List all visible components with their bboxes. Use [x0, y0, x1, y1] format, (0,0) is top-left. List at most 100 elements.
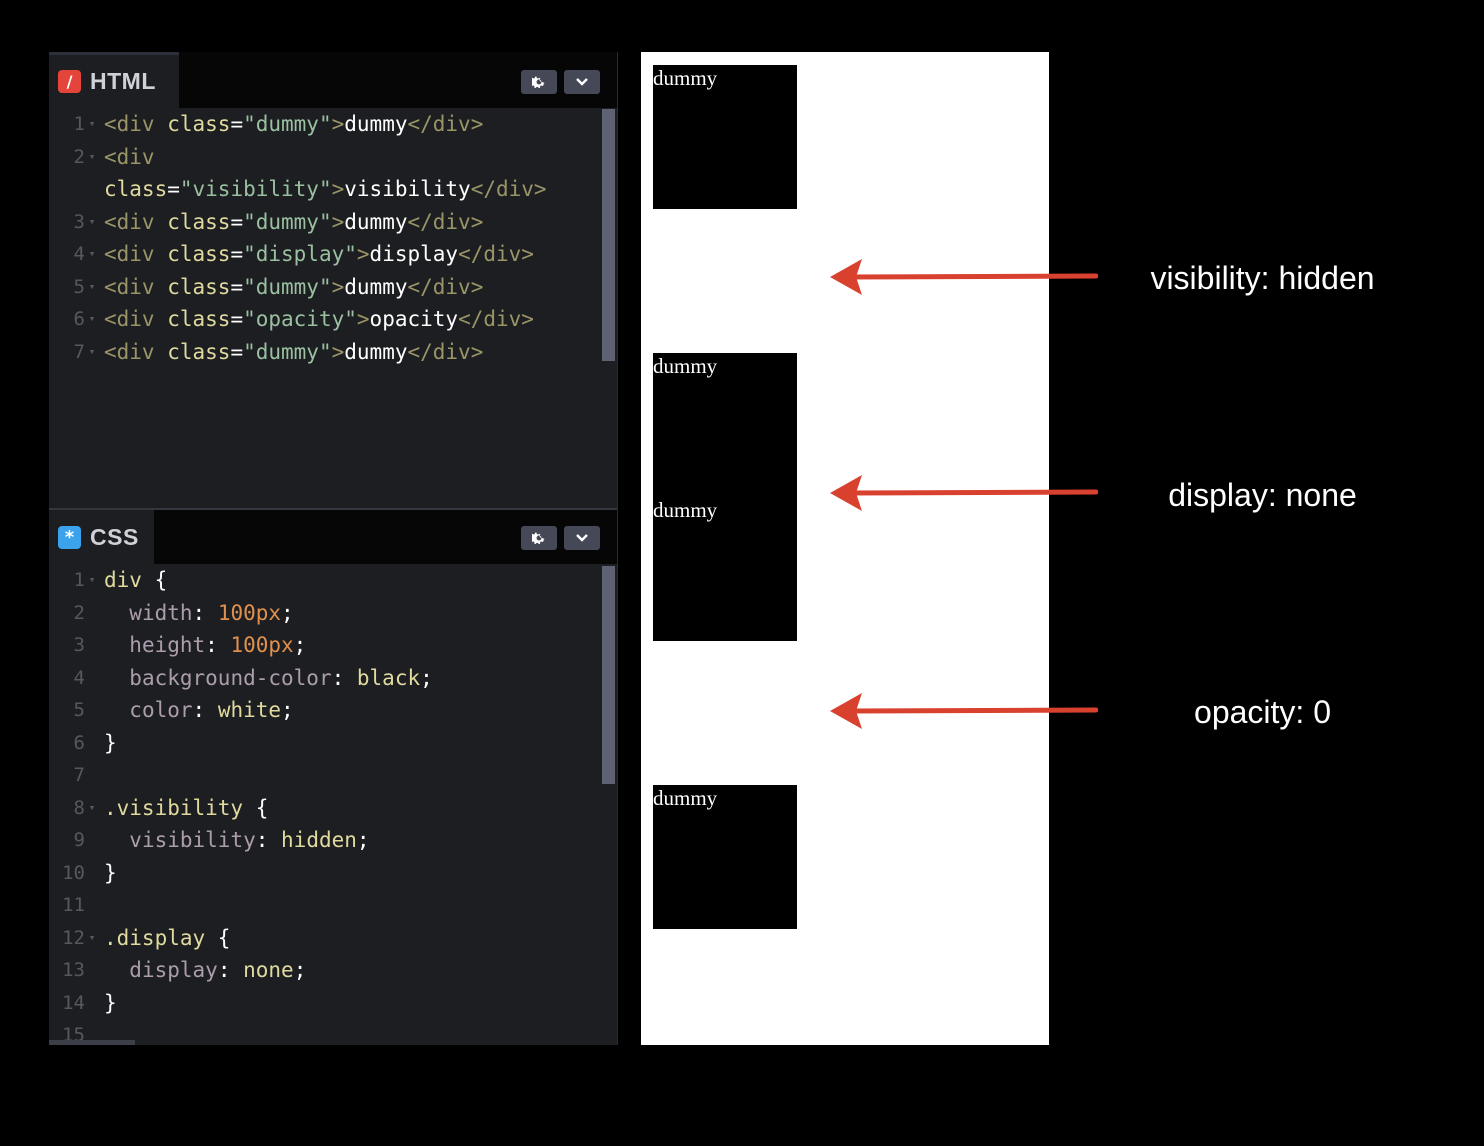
line-number: 3 — [73, 210, 85, 233]
code-token: visibility — [129, 828, 256, 852]
code-token: color — [129, 698, 193, 722]
column-divider[interactable] — [617, 52, 641, 1045]
line-number: 2 — [73, 601, 85, 624]
code-line[interactable]: 5 color: white; — [49, 694, 601, 727]
code-line[interactable]: 13 display: none; — [49, 954, 601, 987]
annotation-arrow-visibility — [830, 259, 1098, 295]
code-token: = — [230, 274, 244, 299]
fold-toggle-icon[interactable]: ▾ — [85, 792, 99, 825]
dummy-box: dummy — [653, 497, 797, 641]
html-tab[interactable]: / HTML — [49, 52, 179, 108]
code-line[interactable]: 1 ▾ div { — [49, 564, 601, 597]
code-line[interactable]: 3 height: 100px; — [49, 629, 601, 662]
code-token: <div — [104, 339, 168, 364]
code-token: class — [167, 339, 231, 364]
line-number: 6 — [73, 308, 85, 330]
code-token: dummy — [344, 274, 408, 299]
code-line[interactable]: 11 — [49, 889, 601, 922]
css-tab-label: CSS — [90, 523, 139, 550]
code-token: : — [331, 665, 357, 690]
css-scrollbar[interactable] — [602, 566, 615, 784]
html-settings-button[interactable] — [521, 70, 557, 94]
code-token: = — [230, 339, 244, 364]
code-token: visibility — [344, 177, 471, 201]
annotation-arrow-opacity — [830, 693, 1098, 729]
code-token: "dummy" — [243, 112, 332, 136]
css-code-area[interactable]: 1 ▾ div {2 width: 100px; 3 height: 100px; 4 … — [49, 564, 601, 1045]
html-scrollbar[interactable] — [602, 109, 615, 361]
code-text: display: none; — [104, 954, 306, 987]
fold-toggle-icon[interactable]: ▾ — [85, 271, 99, 304]
fold-toggle-icon[interactable]: ▾ — [85, 141, 99, 174]
code-text: <div class="dummy">dummy</div> — [104, 206, 483, 239]
code-line[interactable]: 8 ▾ .visibility { — [49, 792, 601, 825]
code-line[interactable]: 3 ▾ <div class="dummy">dummy</div> — [49, 206, 601, 239]
code-line[interactable]: 2 ▾ <div — [49, 141, 601, 174]
code-token: </div> — [407, 209, 484, 234]
annotation-opacity: opacity: 0 — [1194, 694, 1331, 730]
code-token: .visibility — [104, 795, 244, 820]
html-code-area[interactable]: 1 ▾ <div class="dummy">dummy</div> 2 ▾ <div cl… — [49, 108, 601, 368]
css-editor-pane: * CSS 1 ▾ div {2 width: 100px; 3 height: 10… — [49, 508, 617, 1045]
code-text: width: 100px; — [104, 597, 293, 630]
chevron-down-icon — [576, 534, 588, 542]
fold-toggle-icon[interactable]: ▾ — [85, 303, 99, 336]
code-line[interactable]: 5 ▾ <div class="dummy">dummy</div> — [49, 271, 601, 304]
line-number: 6 — [73, 731, 85, 754]
code-line[interactable]: 4 ▾ <div class="display">display</div> — [49, 238, 601, 271]
fold-toggle-icon[interactable]: ▾ — [85, 238, 99, 271]
code-token: > — [331, 112, 345, 136]
code-token: "dummy" — [243, 209, 332, 234]
css-collapse-button[interactable] — [564, 526, 600, 550]
code-line[interactable]: class="visibility">visibility</div> — [49, 173, 601, 206]
code-token: ; — [356, 828, 370, 852]
code-token: width — [129, 600, 193, 625]
code-token: > — [331, 339, 345, 364]
code-line[interactable]: 1 ▾ <div class="dummy">dummy</div> — [49, 108, 601, 141]
css-tab[interactable]: * CSS — [49, 510, 154, 564]
gear-icon — [532, 532, 545, 545]
fold-toggle-icon[interactable]: ▾ — [85, 564, 99, 597]
code-line[interactable]: 9 visibility: hidden; — [49, 824, 601, 857]
html-collapse-button[interactable] — [564, 70, 600, 94]
code-token: { — [141, 568, 168, 592]
code-token: white — [217, 698, 282, 722]
code-token: class — [167, 307, 231, 331]
code-text: color: white; — [104, 694, 293, 727]
code-token: "dummy" — [243, 339, 332, 364]
code-token: </div> — [407, 112, 484, 136]
code-line[interactable]: 10} — [49, 857, 601, 890]
code-token: dummy — [344, 339, 408, 364]
code-line[interactable]: 7 ▾ <div class="dummy">dummy</div> — [49, 336, 601, 369]
dummy-box: dummy — [653, 65, 797, 209]
fold-toggle-icon[interactable]: ▾ — [85, 206, 99, 239]
code-line[interactable]: 12 ▾ .display { — [49, 922, 601, 955]
fold-toggle-icon[interactable]: ▾ — [85, 108, 99, 141]
code-token: </div> — [458, 307, 534, 331]
line-number: 4 — [73, 666, 85, 689]
line-number: 1 — [73, 569, 85, 591]
code-line[interactable]: 6} — [49, 727, 601, 760]
fold-toggle-icon[interactable]: ▾ — [85, 336, 99, 369]
line-number: 10 — [62, 861, 85, 884]
code-line[interactable]: 14} — [49, 987, 601, 1020]
code-text: } — [104, 987, 117, 1020]
code-token: : — [192, 600, 218, 625]
code-text: <div — [104, 141, 155, 174]
code-token: "display" — [243, 242, 357, 266]
line-number: 7 — [73, 764, 85, 786]
fold-toggle-icon[interactable]: ▾ — [85, 922, 99, 955]
code-line[interactable]: 2 width: 100px; — [49, 597, 601, 630]
code-token: = — [230, 307, 244, 331]
code-line[interactable]: 7 — [49, 759, 601, 792]
code-line[interactable]: 4 background-color: black; — [49, 662, 601, 695]
css-settings-button[interactable] — [521, 526, 557, 550]
code-token: > — [331, 177, 345, 201]
code-line[interactable]: 6 ▾ <div class="opacity">opacity</div> — [49, 303, 601, 336]
pane-resize-handle[interactable] — [49, 1040, 135, 1045]
code-token: div — [104, 568, 142, 592]
